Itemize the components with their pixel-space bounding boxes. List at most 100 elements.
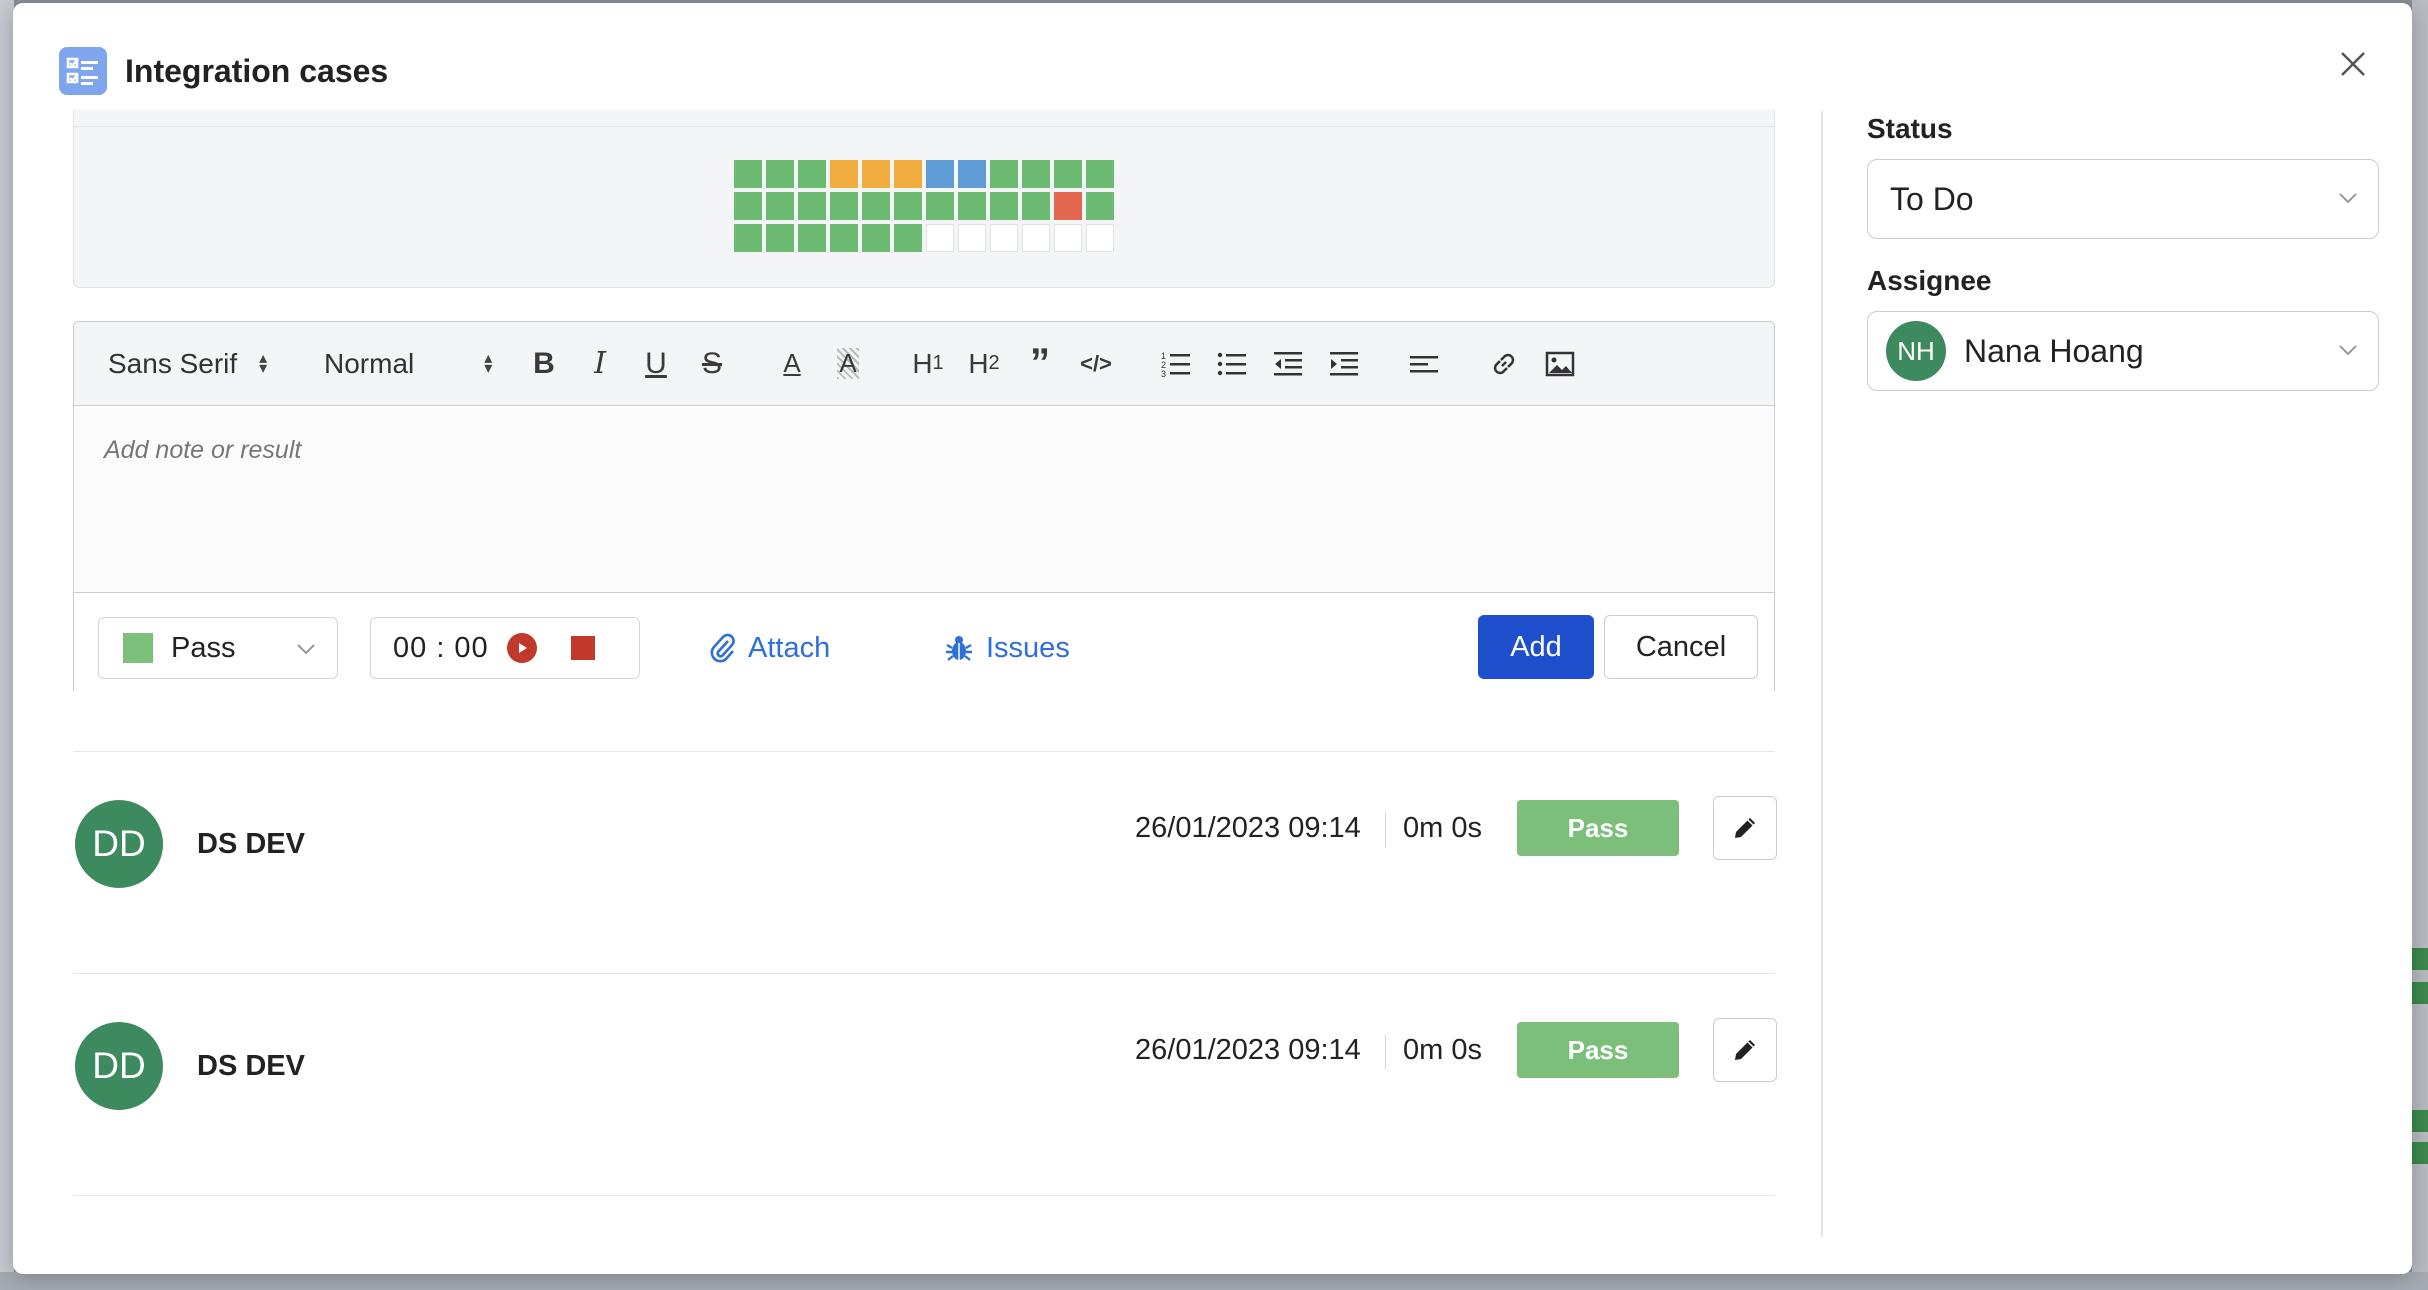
heatmap-cell-pass[interactable] (894, 224, 922, 252)
text-color-icon[interactable]: A (764, 336, 820, 392)
stop-icon[interactable] (570, 636, 595, 660)
heatmap-cell-pass[interactable] (1022, 160, 1050, 188)
heatmap-cell-fail[interactable] (1054, 192, 1082, 220)
font-family-select[interactable]: Sans Serif ▴ ▾ (108, 348, 324, 380)
indent-icon[interactable] (1316, 336, 1372, 392)
modal-title: Integration cases (125, 52, 389, 89)
heading-1-icon[interactable]: H1 (900, 336, 956, 392)
blockquote-icon[interactable]: ” (1012, 336, 1068, 392)
integration-cases-modal: Integration cases Sans Serif ▴ ▾ Normal ▴… (13, 3, 2412, 1274)
heatmap-cell-pass[interactable] (766, 192, 794, 220)
status-value: To Do (1890, 180, 1974, 217)
heatmap-cell-pass[interactable] (862, 192, 890, 220)
timer-control: 00 : 00 (370, 617, 640, 679)
pencil-icon (1735, 1040, 1755, 1060)
status-badge: Pass (1517, 1022, 1679, 1078)
edit-button[interactable] (1713, 1018, 1777, 1082)
history-timestamp: 26/01/2023 09:14 (1135, 812, 1361, 844)
timer-value: 00 : 00 (393, 631, 489, 664)
heatmap-cell-pass[interactable] (734, 224, 762, 252)
note-input[interactable]: Add note or result (74, 408, 1774, 592)
heatmap-cell-retest[interactable] (958, 160, 986, 188)
avatar: DD (75, 800, 163, 888)
bold-icon[interactable]: B (516, 336, 572, 392)
bullet-list-icon[interactable] (1204, 336, 1260, 392)
pencil-icon (1735, 818, 1755, 838)
status-swatch (123, 633, 153, 663)
heatmap-cell-retest[interactable] (926, 160, 954, 188)
note-editor: Sans Serif ▴ ▾ Normal ▴ ▾ B I U S A A H1 H… (73, 321, 1775, 696)
close-icon[interactable] (2334, 45, 2372, 83)
heatmap-cell-pass[interactable] (1022, 192, 1050, 220)
heading-2-icon[interactable]: H2 (956, 336, 1012, 392)
heatmap-cell-untested[interactable] (1022, 224, 1050, 252)
result-form-footer: Pass 00 : 00 Attach Issues Add Cancel (74, 592, 1774, 696)
heatmap-cell-pass[interactable] (1054, 160, 1082, 188)
history-item: DD DS DEV 26/01/2023 09:14 0m 0s Pass (73, 768, 1777, 888)
heatmap-cell-pass[interactable] (766, 224, 794, 252)
italic-icon[interactable]: I (572, 336, 628, 392)
heatmap-cell-pass[interactable] (926, 192, 954, 220)
avatar: NH (1886, 321, 1946, 381)
case-sidebar: Status To Do Assignee NH Nana Hoang (1867, 113, 2379, 417)
assignee-name: Nana Hoang (1964, 332, 2144, 369)
status-badge: Pass (1517, 800, 1679, 856)
history-duration: 0m 0s (1403, 1034, 1482, 1066)
history-item: DD DS DEV 26/01/2023 09:14 0m 0s Pass (73, 990, 1777, 1110)
link-icon[interactable] (1476, 336, 1532, 392)
heatmap-cell-untested[interactable] (958, 224, 986, 252)
status-label: Status (1867, 113, 1953, 144)
heatmap-cell-pass[interactable] (862, 224, 890, 252)
heatmap-cell-pass[interactable] (798, 192, 826, 220)
backdrop (0, 0, 14, 1290)
attach-button[interactable]: Attach (710, 617, 830, 679)
heatmap-cell-pass[interactable] (1086, 192, 1114, 220)
play-icon[interactable] (506, 633, 537, 663)
chevron-down-icon (297, 644, 315, 655)
heatmap-cell-untested[interactable] (926, 224, 954, 252)
heatmap-cell-untested[interactable] (990, 224, 1018, 252)
outdent-icon[interactable] (1260, 336, 1316, 392)
cancel-button[interactable]: Cancel (1604, 615, 1758, 679)
heatmap-cell-untested[interactable] (1054, 224, 1082, 252)
heatmap-cell-blocked[interactable] (830, 160, 858, 188)
ordered-list-icon[interactable]: 123 (1148, 336, 1204, 392)
heatmap-cell-pass[interactable] (766, 160, 794, 188)
status-dropdown[interactable]: To Do (1867, 159, 2379, 239)
heatmap-cell-pass[interactable] (990, 192, 1018, 220)
results-heatmap (734, 160, 1114, 252)
heatmap-cell-blocked[interactable] (894, 160, 922, 188)
heatmap-cell-pass[interactable] (734, 160, 762, 188)
heatmap-cell-pass[interactable] (798, 160, 826, 188)
add-button[interactable]: Add (1478, 615, 1594, 679)
image-icon[interactable] (1532, 336, 1588, 392)
code-icon[interactable]: </> (1068, 336, 1124, 392)
underline-icon[interactable]: U (628, 336, 684, 392)
history-author: DS DEV (197, 828, 305, 860)
heatmap-cell-pass[interactable] (734, 192, 762, 220)
heatmap-cell-untested[interactable] (1086, 224, 1114, 252)
divider (73, 751, 1775, 752)
assignee-dropdown[interactable]: NH Nana Hoang (1867, 311, 2379, 391)
issues-button[interactable]: Issues (944, 617, 1070, 679)
history-duration: 0m 0s (1403, 812, 1482, 844)
chevron-down-icon (2339, 193, 2357, 204)
edit-button[interactable] (1713, 796, 1777, 860)
chevron-down-icon (2339, 345, 2357, 356)
heatmap-cell-pass[interactable] (958, 192, 986, 220)
background-color-icon[interactable]: A (820, 336, 876, 392)
divider (73, 973, 1775, 974)
align-left-icon[interactable] (1396, 336, 1452, 392)
heatmap-cell-pass[interactable] (830, 192, 858, 220)
heatmap-cell-pass[interactable] (894, 192, 922, 220)
heatmap-cell-pass[interactable] (990, 160, 1018, 188)
heatmap-cell-pass[interactable] (798, 224, 826, 252)
font-size-select[interactable]: Normal ▴ ▾ (324, 348, 514, 380)
updown-icon: ▴ ▾ (259, 349, 268, 377)
heatmap-cell-blocked[interactable] (862, 160, 890, 188)
heatmap-cell-pass[interactable] (1086, 160, 1114, 188)
strikethrough-icon[interactable]: S (684, 336, 740, 392)
result-status-select[interactable]: Pass (98, 617, 338, 679)
assignee-label: Assignee (1867, 265, 1992, 296)
heatmap-cell-pass[interactable] (830, 224, 858, 252)
